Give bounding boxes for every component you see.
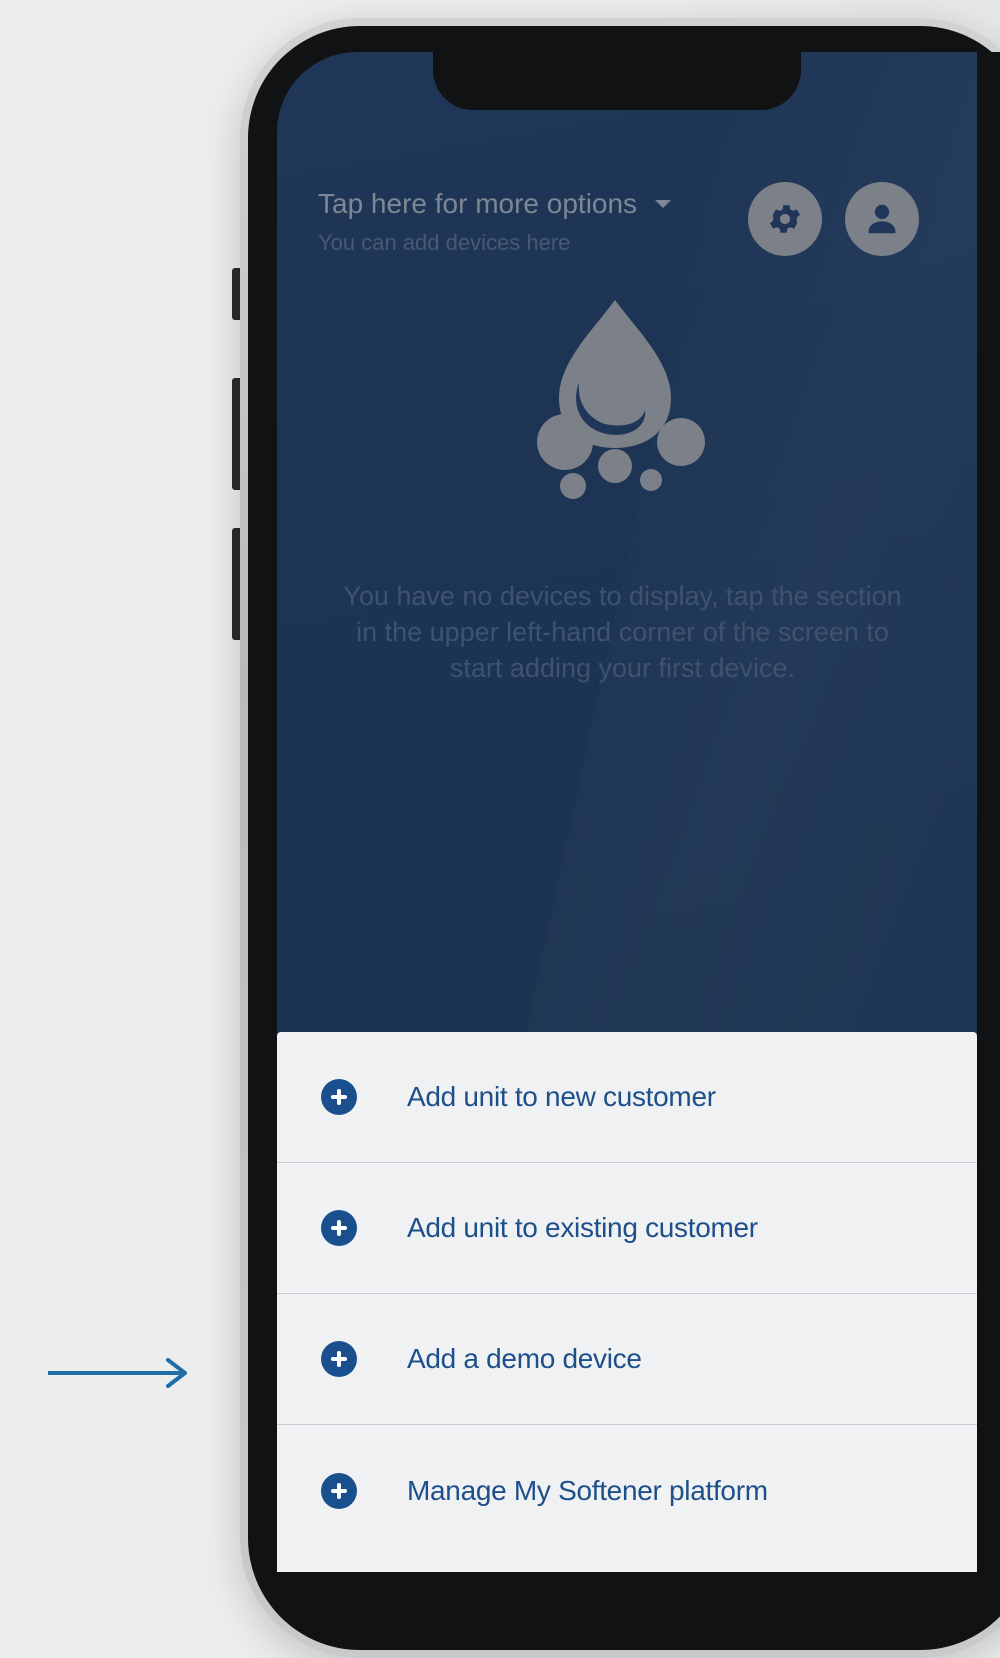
menu-item-manage-platform[interactable]: Manage My Softener platform — [277, 1425, 977, 1556]
empty-state-message: You have no devices to display, tap the … — [343, 581, 902, 683]
phone-mute-switch — [232, 268, 240, 320]
water-drop-icon — [537, 300, 705, 499]
settings-button[interactable] — [748, 182, 822, 256]
plus-circle-icon — [321, 1341, 357, 1377]
options-dropdown-label: Tap here for more options — [318, 188, 638, 219]
menu-item-add-unit-new-customer[interactable]: Add unit to new customer — [277, 1032, 977, 1163]
phone-volume-up-button — [232, 378, 240, 490]
phone-right-bezel — [977, 52, 1000, 1572]
menu-item-label: Add a demo device — [407, 1343, 642, 1374]
phone-notch — [433, 48, 801, 110]
phone-volume-down-button — [232, 528, 240, 640]
menu-item-add-unit-existing-customer[interactable]: Add unit to existing customer — [277, 1163, 977, 1294]
plus-circle-icon — [321, 1079, 357, 1115]
menu-item-label: Add unit to existing customer — [407, 1212, 758, 1243]
options-dropdown-subtitle: You can add devices here — [318, 230, 571, 255]
user-icon — [868, 204, 896, 234]
gear-icon — [769, 205, 801, 233]
options-dropdown[interactable]: Tap here for more options — [318, 188, 672, 220]
menu-item-add-demo-device[interactable]: Add a demo device — [277, 1294, 977, 1425]
profile-button[interactable] — [845, 182, 919, 256]
add-options-sheet: Add unit to new customer Add unit to exi… — [277, 1032, 977, 1572]
plus-circle-icon — [321, 1210, 357, 1246]
arrow-right-icon — [48, 1358, 187, 1388]
caret-down-icon — [655, 199, 672, 208]
menu-item-label: Add unit to new customer — [407, 1081, 716, 1112]
plus-circle-icon — [321, 1472, 357, 1509]
menu-item-label: Manage My Softener platform — [407, 1474, 768, 1506]
